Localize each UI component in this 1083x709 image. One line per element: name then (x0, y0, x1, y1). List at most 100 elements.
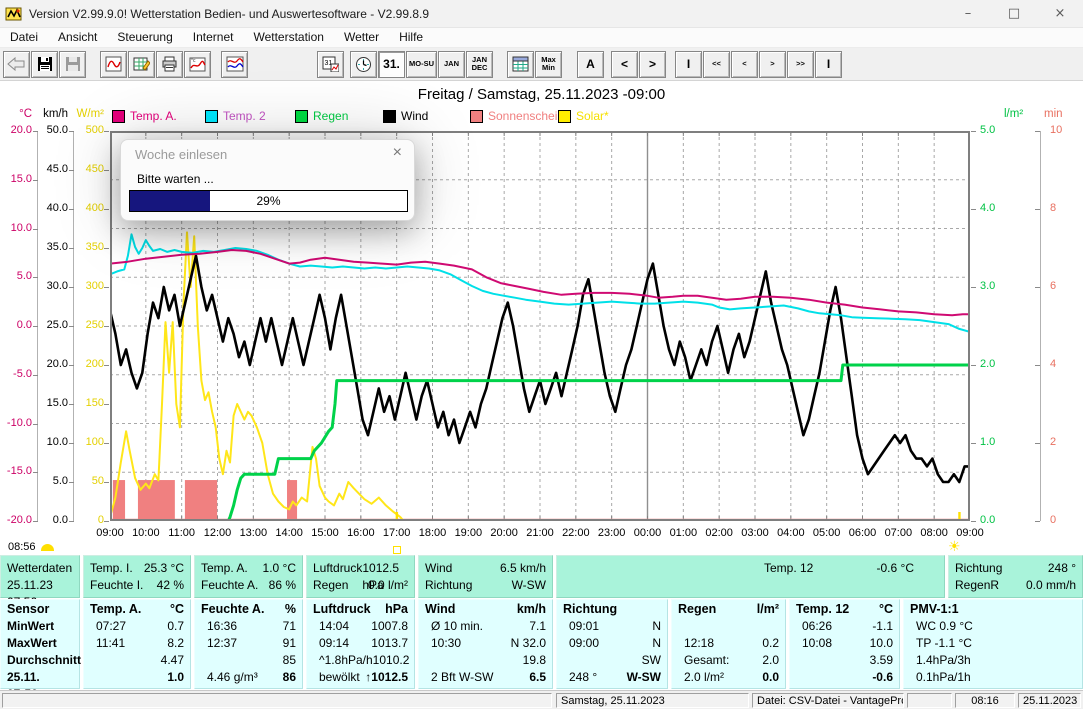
axis-tick-mark (971, 521, 976, 522)
axis-tick-label: 50 (64, 475, 104, 488)
save-button[interactable] (31, 51, 58, 78)
axis-tick-mark (33, 472, 38, 473)
stats-cell-value: W-SW (627, 669, 661, 686)
menu-item-steuerung[interactable]: Steuerung (107, 28, 182, 47)
stats-cell-value: 7.1 (529, 618, 546, 635)
multi-curve-icon (226, 56, 244, 72)
close-button[interactable]: × (1037, 0, 1083, 27)
axis-tick-label: 150 (64, 397, 104, 410)
next-day-button[interactable]: > (759, 51, 786, 78)
printer-icon (161, 56, 178, 72)
stats-cell-time: 12:37 (207, 635, 237, 652)
axis-tick-mark (104, 365, 109, 366)
stats-cell-value: 8.2 (167, 635, 184, 652)
stats-header-name: Temp. 12 (796, 600, 849, 618)
axis-tick-mark (104, 521, 109, 522)
range-start-button[interactable]: I (675, 51, 702, 78)
current-value: 25.3 °C (144, 560, 184, 577)
current-value: 1.0 °C (263, 560, 296, 577)
menu-item-ansicht[interactable]: Ansicht (48, 28, 107, 47)
stats-cell-time: 09:01 (569, 618, 599, 635)
stats-header-unit: km/h (517, 600, 546, 618)
legend-item-4: Sonnenschein (470, 109, 564, 123)
stats-col-header: Windkm/h (419, 600, 552, 618)
axis-tick-label: 6 (1050, 280, 1056, 293)
clock-button[interactable] (350, 51, 377, 78)
stats-cell-value: 71 (283, 618, 296, 635)
current-label: Feuchte A. (201, 577, 258, 594)
stats-cell: 12:180.2 (672, 635, 785, 652)
axis-tick-mark (971, 443, 976, 444)
day-button[interactable]: 31. (378, 51, 405, 78)
menubar: DateiAnsichtSteuerungInternetWetterstati… (0, 28, 1083, 48)
stats-col-header: Regenl/m² (672, 600, 785, 618)
prev-day-button[interactable]: < (731, 51, 758, 78)
last-day-button[interactable]: >> (787, 51, 814, 78)
stats-cell: 2 Bft W-SW6.5 (419, 669, 552, 686)
x-axis-label: 09:00 (949, 527, 991, 539)
first-day-button[interactable]: << (703, 51, 730, 78)
axis-tick-label: 35.0 (28, 241, 68, 254)
stats-cell-time: Gesamt: (684, 652, 729, 669)
axis-tick-mark (104, 287, 109, 288)
axis-tick-mark (104, 209, 109, 210)
axis-tick-label: 400 (64, 202, 104, 215)
stats-cell: 06:26-1.1 (790, 618, 899, 635)
dialog-title: Woche einlesen (135, 147, 227, 162)
back-button[interactable] (3, 51, 30, 78)
dialog-close-icon[interactable]: × (393, 144, 402, 162)
month-button[interactable]: JAN (438, 51, 465, 78)
stats-cell-value: 2.0 (762, 652, 779, 669)
temp-curve-button[interactable]: °c (184, 51, 211, 78)
year-button[interactable]: JANDEC (466, 51, 493, 78)
current-value: -0.6 °C (877, 560, 914, 577)
series-sonnenschein-bar (287, 480, 297, 521)
legend-item-0: Temp. A. (112, 109, 177, 123)
next-button[interactable]: > (639, 51, 666, 78)
maxmin-button[interactable]: MaxMin (535, 51, 562, 78)
stats-col-0: SensorMinWertMaxWertDurchschnitt25.11. 0… (0, 599, 80, 689)
stats-cell-time: TP -1.1 °C (916, 635, 972, 652)
menu-item-wetterstation[interactable]: Wetterstation (243, 28, 333, 47)
statusbar-panel-2: Datei: CSV-Datei - VantagePro (752, 693, 904, 708)
axis-tick-label: 0.0 (28, 514, 68, 527)
day-statistic-button[interactable]: 31 (317, 51, 344, 78)
stats-header-name: Richtung (563, 600, 617, 618)
axis-header-km/h: km/h (28, 108, 68, 120)
stats-cell-time: 4.46 g/m³ (207, 669, 258, 686)
stats-cell: 248 °W-SW (557, 669, 667, 686)
table-edit-button[interactable] (128, 51, 155, 78)
stats-cell-value: 6.5 (529, 669, 546, 686)
stats-header-name: Feuchte A. (201, 600, 264, 618)
current-values-row: Wetterdaten25.11.23 07:56Temp. I.25.3 °C… (0, 555, 1083, 598)
stats-col-4: Windkm/hØ 10 min.7.110:30N 32.019.82 Bft… (418, 599, 553, 689)
app-icon (5, 6, 23, 22)
auto-button[interactable]: A (577, 51, 604, 78)
maximize-button[interactable]: □ (991, 0, 1037, 27)
stats-col-header: LuftdruckhPa (307, 600, 414, 618)
axis-tick-label: 350 (64, 241, 104, 254)
minimize-button[interactable]: – (945, 0, 991, 27)
stats-cell-value: 0.2 (762, 635, 779, 652)
stats-cell-value: N 32.0 (511, 635, 546, 652)
range-end-button[interactable]: I (815, 51, 842, 78)
multi-curve-button[interactable] (221, 51, 248, 78)
menu-item-datei[interactable]: Datei (0, 28, 48, 47)
menu-item-wetter[interactable]: Wetter (334, 28, 389, 47)
axis-tick-mark (971, 287, 976, 288)
clock-icon (355, 56, 372, 73)
legend-swatch-icon (205, 110, 218, 123)
axis-tick-mark (104, 404, 109, 405)
axis-tick-mark (104, 443, 109, 444)
prev-button[interactable]: < (611, 51, 638, 78)
week-button[interactable]: MO-SU (406, 51, 437, 78)
table-view-button[interactable] (507, 51, 534, 78)
menu-item-internet[interactable]: Internet (183, 28, 244, 47)
current-value: 0.0 mm/h (1026, 577, 1076, 594)
save-disabled-button[interactable] (59, 51, 86, 78)
stats-cell: 12:3791 (195, 635, 302, 652)
axis-tick-mark (971, 209, 976, 210)
curve-view-button[interactable] (100, 51, 127, 78)
print-button[interactable] (156, 51, 183, 78)
menu-item-hilfe[interactable]: Hilfe (389, 28, 433, 47)
